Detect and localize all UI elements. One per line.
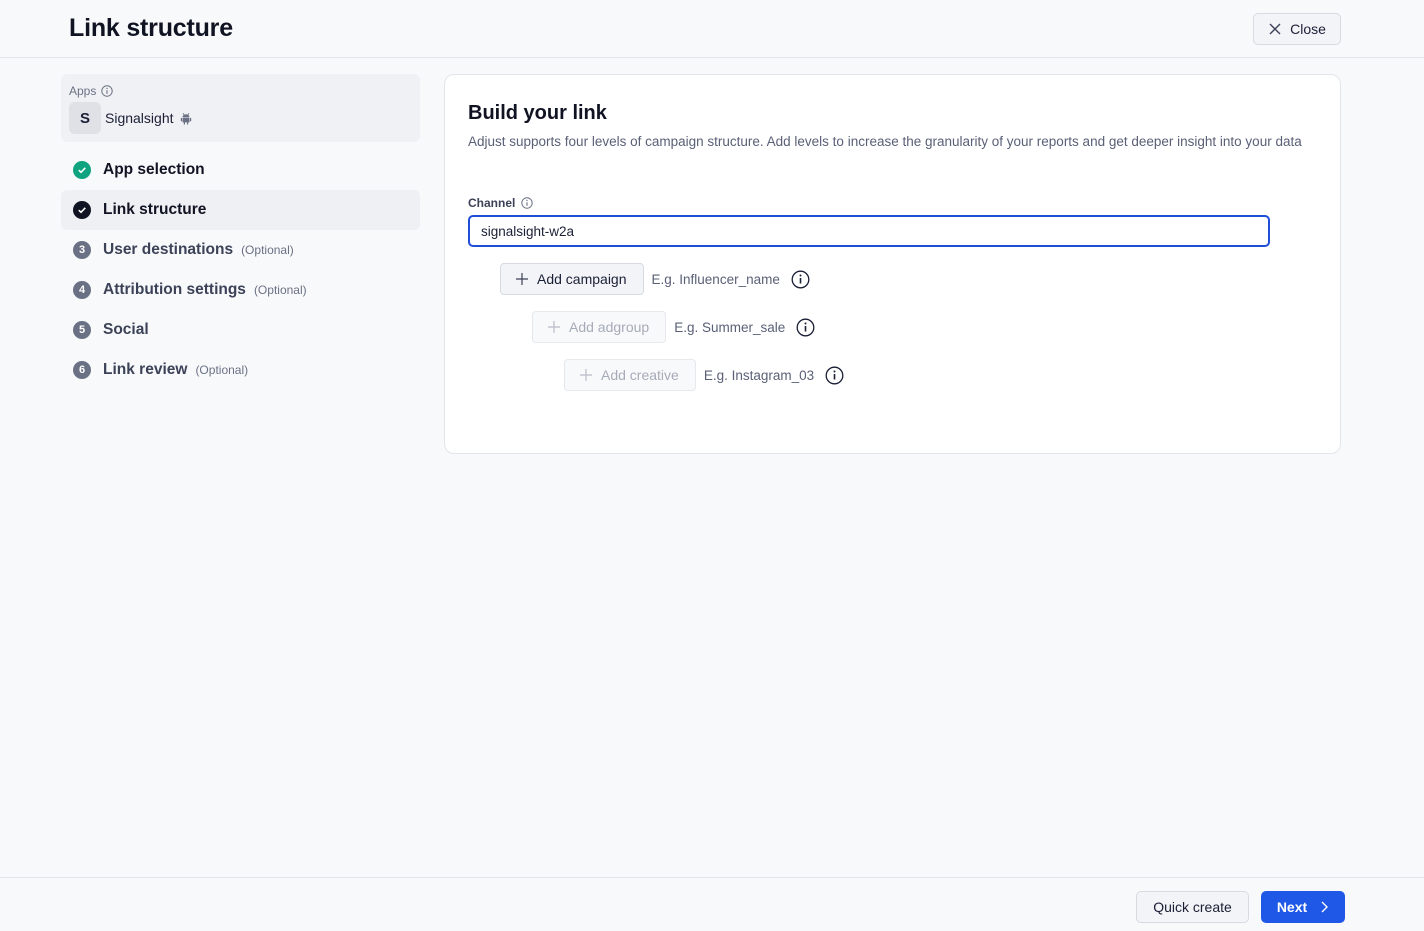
step-label: Link review [103, 361, 188, 378]
adgroup-level-row: Add adgroup E.g. Summer_sale [532, 311, 815, 343]
step-app-selection[interactable]: App selection [61, 150, 420, 190]
next-button[interactable]: Next [1261, 891, 1345, 923]
step-label: Link structure [103, 201, 207, 218]
step-complete-badge [73, 161, 91, 179]
wizard-steps: App selection Link structure 3 User dest… [61, 150, 420, 390]
step-link-structure[interactable]: Link structure [61, 190, 420, 230]
page-title: Link structure [69, 14, 233, 42]
step-number-badge: 5 [73, 321, 91, 339]
info-icon[interactable] [825, 366, 844, 385]
campaign-level-row: Add campaign E.g. Influencer_name [500, 263, 810, 295]
build-link-card: Build your link Adjust supports four lev… [444, 74, 1341, 454]
step-optional-tag: (Optional) [195, 363, 249, 377]
step-optional-tag: (Optional) [253, 283, 307, 297]
check-icon [78, 207, 86, 214]
channel-label: Channel [468, 196, 516, 210]
card-title: Build your link [468, 102, 607, 124]
quick-create-button[interactable]: Quick create [1136, 891, 1249, 923]
app-name: Signalsight [105, 110, 174, 126]
add-creative-button[interactable]: Add creative [564, 359, 696, 391]
apps-label-row: Apps [69, 84, 114, 98]
step-number-badge: 6 [73, 361, 91, 379]
app-avatar: S [69, 102, 101, 134]
android-icon [180, 112, 191, 125]
card-description: Adjust supports four levels of campaign … [468, 134, 1302, 149]
step-number-badge: 3 [73, 241, 91, 259]
step-label: Attribution settings [103, 281, 246, 298]
info-icon[interactable] [521, 197, 534, 209]
add-creative-label: Add creative [601, 367, 679, 383]
step-user-destinations[interactable]: 3 User destinations (Optional) [61, 230, 420, 270]
check-icon [78, 167, 86, 174]
channel-label-row: Channel [468, 196, 534, 210]
step-current-badge [73, 201, 91, 219]
step-label: App selection [103, 161, 205, 178]
close-button[interactable]: Close [1253, 13, 1341, 45]
info-icon[interactable] [791, 270, 810, 289]
step-label: Social [103, 321, 149, 338]
creative-level-row: Add creative E.g. Instagram_03 [564, 359, 844, 391]
add-adgroup-label: Add adgroup [569, 319, 650, 335]
step-attribution-settings[interactable]: 4 Attribution settings (Optional) [61, 270, 420, 310]
info-icon[interactable] [101, 85, 114, 97]
plus-icon [516, 273, 528, 285]
add-campaign-label: Add campaign [537, 271, 627, 287]
footer-bar: Quick create Next [0, 877, 1424, 931]
next-label: Next [1276, 899, 1308, 915]
selected-app-card: Apps S Signalsight [61, 74, 420, 142]
step-link-review[interactable]: 6 Link review (Optional) [61, 350, 420, 390]
top-bar: Link structure Close [0, 0, 1424, 58]
channel-input[interactable] [468, 215, 1270, 247]
step-social[interactable]: 5 Social [61, 310, 420, 350]
plus-icon [548, 321, 560, 333]
add-campaign-button[interactable]: Add campaign [500, 263, 644, 295]
info-icon[interactable] [796, 318, 815, 337]
close-button-label: Close [1290, 21, 1326, 37]
campaign-example: E.g. Influencer_name [651, 271, 780, 287]
app-name-row: Signalsight [105, 110, 192, 126]
adgroup-example: E.g. Summer_sale [674, 319, 786, 335]
chevron-right-icon [1321, 901, 1329, 913]
step-number-badge: 4 [73, 281, 91, 299]
apps-label: Apps [69, 84, 97, 98]
add-adgroup-button[interactable]: Add adgroup [532, 311, 667, 343]
quick-create-label: Quick create [1153, 899, 1232, 915]
step-optional-tag: (Optional) [241, 243, 294, 257]
close-icon [1269, 23, 1281, 35]
step-label: User destinations [103, 241, 234, 258]
plus-icon [580, 369, 592, 381]
creative-example: E.g. Instagram_03 [703, 367, 815, 383]
